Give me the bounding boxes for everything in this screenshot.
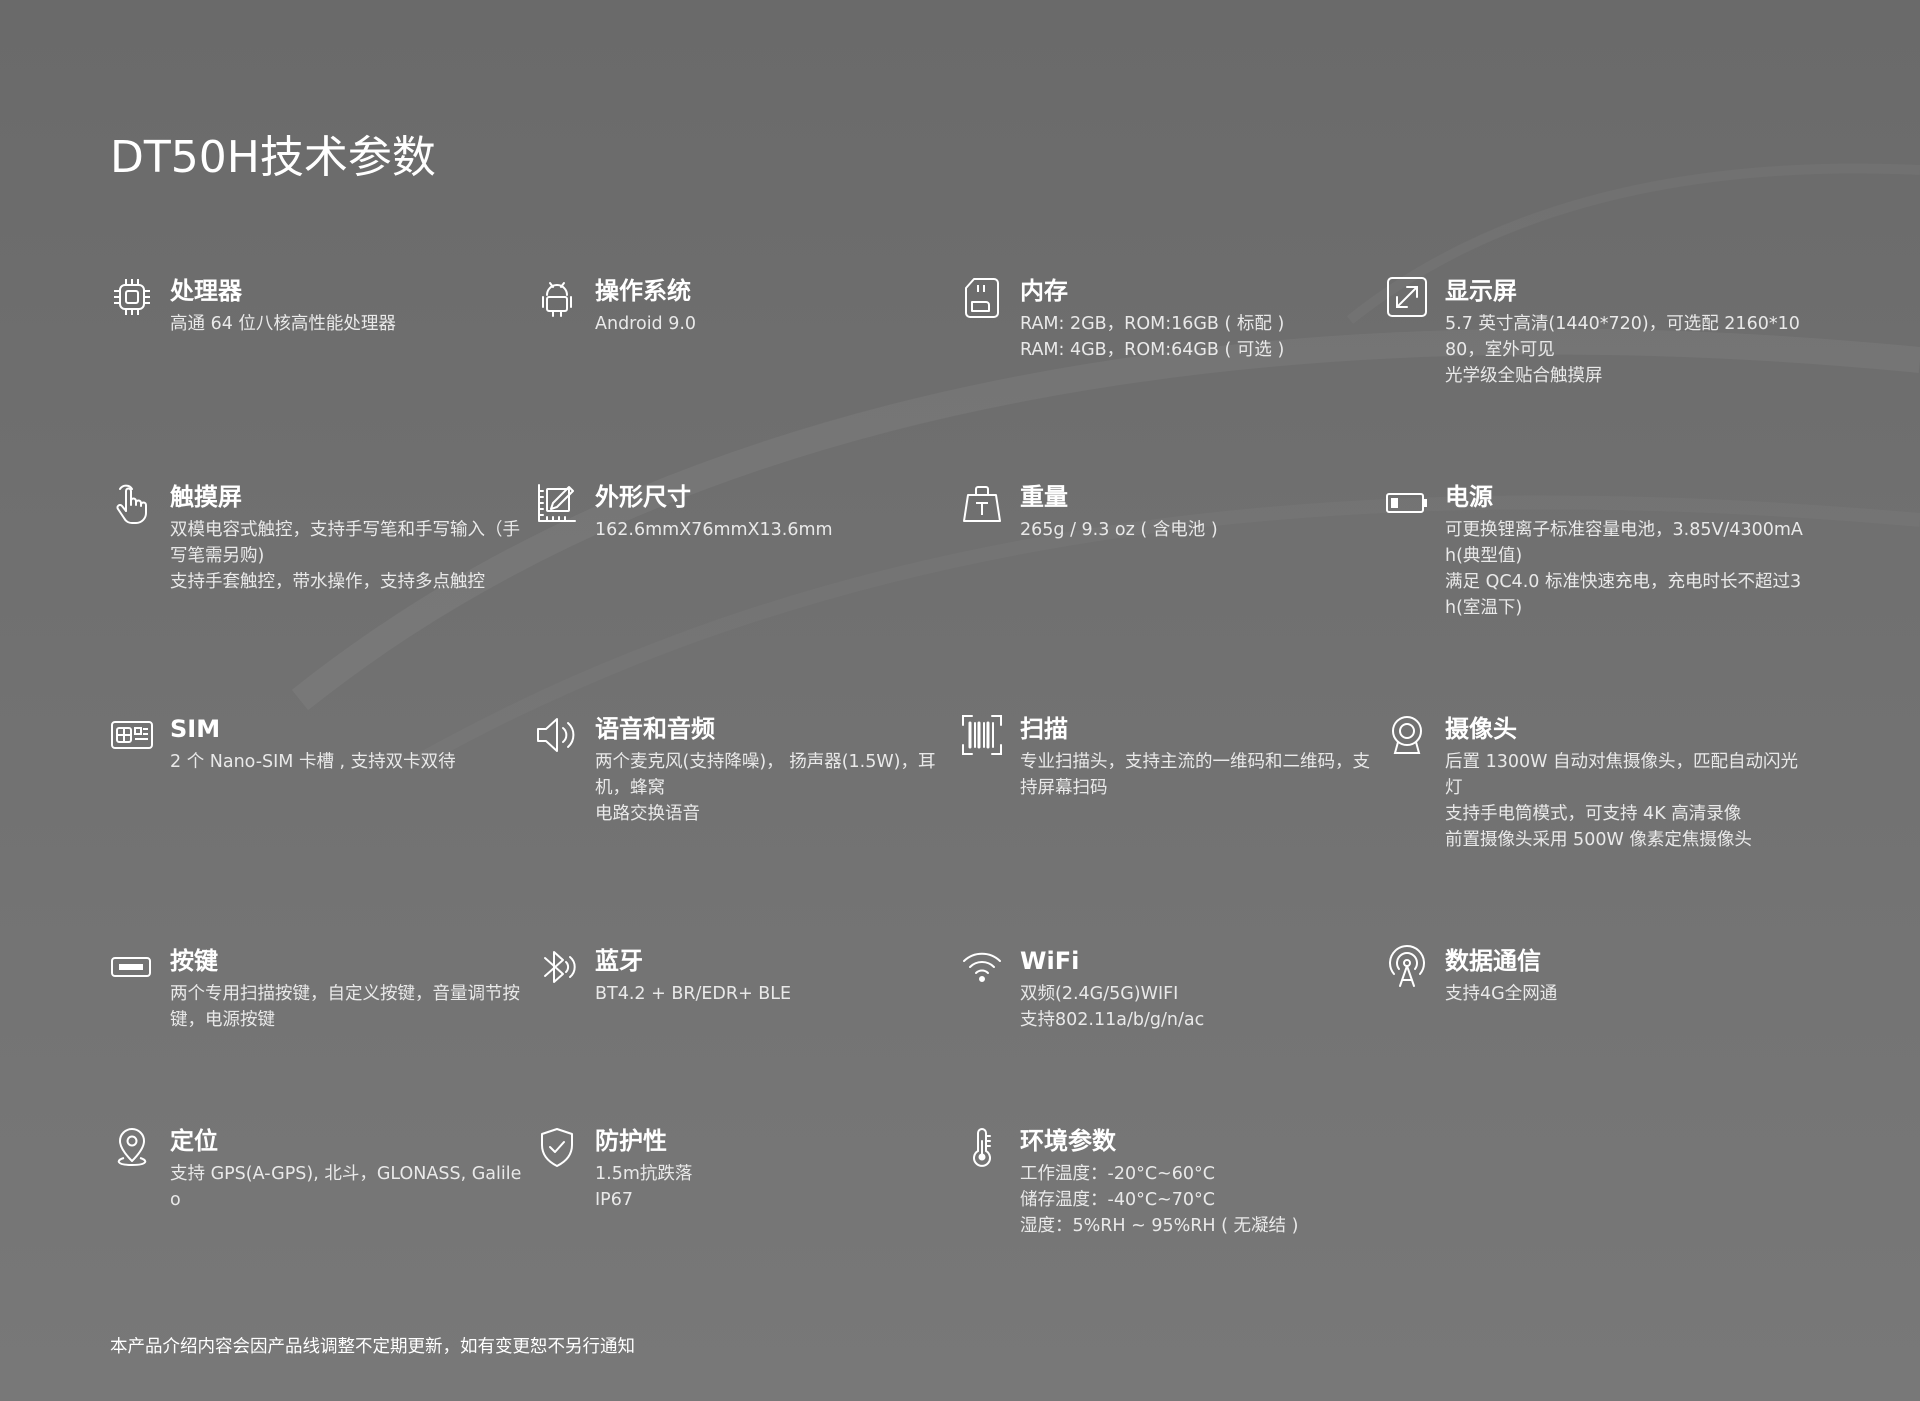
spec-line: 支持手套触控，带水操作，支持多点触控 [170,572,485,592]
signal-tower-icon [1385,945,1429,989]
wifi-icon [960,945,1004,989]
spec-line: 双频(2.4G/5G)WIFI [1020,984,1179,1004]
spec-title: 摄像头 [1445,715,1517,743]
spec-line: 支持4G全网通 [1445,984,1558,1004]
spec-title: SIM [170,715,221,743]
page-title: DT50H技术参数 [110,132,436,183]
spec-page: DT50H技术参数 处理器 高通 64 位八核高性能处理器 操作系统 Andro… [0,0,1920,1401]
camera-icon [1385,713,1429,757]
spec-title: 防护性 [595,1127,667,1155]
spec-line: BT4.2 + BR/EDR+ BLE [595,984,792,1004]
spec-title: 环境参数 [1020,1127,1116,1155]
spec-line: Android 9.0 [595,314,697,334]
spec-line: 工作温度：-20°C~60°C [1020,1164,1215,1184]
key-button-icon [110,945,154,989]
spec-line: 支持 GPS(A-GPS), 北斗，GLONASS, Galileo [170,1164,522,1210]
spec-title: 定位 [170,1127,218,1155]
spec-title: 内存 [1020,277,1068,305]
weight-icon [960,481,1004,525]
spec-line: 支持手电筒模式，可支持 4K 高清录像 [1445,804,1742,824]
spec-line: 可更换锂离子标准容量电池，3.85V/4300mAh(典型值) [1445,520,1803,566]
spec-line: RAM: 4GB，ROM:64GB ( 可选 ) [1020,340,1285,360]
spec-line: 高通 64 位八核高性能处理器 [170,314,396,334]
barcode-scan-icon [960,713,1004,757]
spec-line: 支持802.11a/b/g/n/ac [1020,1010,1205,1030]
thermometer-icon [960,1125,1004,1169]
spec-line: 光学级全贴合触摸屏 [1445,366,1603,386]
expand-screen-icon [1385,275,1429,319]
spec-title: 操作系统 [595,277,691,305]
spec-line: 265g / 9.3 oz ( 含电池 ) [1020,520,1218,540]
spec-line: 两个麦克风(支持降噪)， 扬声器(1.5W)，耳机，蜂窝 [595,752,936,798]
touch-hand-icon [110,481,154,525]
chip-icon [110,275,154,319]
spec-line: 2 个 Nano-SIM 卡槽 , 支持双卡双待 [170,752,456,772]
spec-line: 162.6mmX76mmX13.6mm [595,520,833,540]
spec-title: 电源 [1445,483,1493,511]
shield-icon [535,1125,579,1169]
spec-title: 数据通信 [1445,947,1541,975]
speaker-icon [535,713,579,757]
battery-icon [1385,481,1429,525]
sd-card-icon [960,275,1004,319]
spec-line: 电路交换语音 [595,804,700,824]
spec-title: 处理器 [170,277,242,305]
bluetooth-icon [535,945,579,989]
spec-title: 语音和音频 [595,715,715,743]
footer-disclaimer: 本产品介绍内容会因产品线调整不定期更新，如有变更恕不另行通知 [110,1337,635,1357]
spec-title: 外形尺寸 [595,483,691,511]
spec-line: 湿度：5%RH ~ 95%RH ( 无凝结 ) [1020,1216,1299,1236]
android-icon [535,275,579,319]
spec-line: 储存温度：-40°C~70°C [1020,1190,1215,1210]
ruler-pencil-icon [535,481,579,525]
spec-title: 扫描 [1020,715,1068,743]
sim-card-icon [110,713,154,757]
spec-title: 按键 [170,947,218,975]
spec-line: 前置摄像头采用 500W 像素定焦摄像头 [1445,830,1752,850]
spec-title: 蓝牙 [595,947,643,975]
spec-line: IP67 [595,1190,633,1210]
spec-line: 满足 QC4.0 标准快速充电，充电时长不超过3h(室温下) [1445,572,1802,618]
spec-line: 1.5m抗跌落 [595,1164,693,1184]
spec-title: 显示屏 [1445,277,1517,305]
spec-title: 重量 [1020,483,1068,511]
spec-line: 专业扫描头，支持主流的一维码和二维码，支持屏幕扫码 [1020,752,1370,798]
spec-line: 后置 1300W 自动对焦摄像头，匹配自动闪光灯 [1445,752,1798,798]
spec-line: 5.7 英寸高清(1440*720)，可选配 2160*1080，室外可见 [1445,314,1800,360]
spec-line: 双模电容式触控，支持手写笔和手写输入（手写笔需另购) [170,520,520,566]
spec-title: 触摸屏 [170,483,242,511]
spec-line: RAM: 2GB，ROM:16GB ( 标配 ) [1020,314,1285,334]
spec-title: WiFi [1020,947,1080,975]
location-pin-icon [110,1125,154,1169]
spec-line: 两个专用扫描按键，自定义按键，音量调节按键，电源按键 [170,984,520,1030]
